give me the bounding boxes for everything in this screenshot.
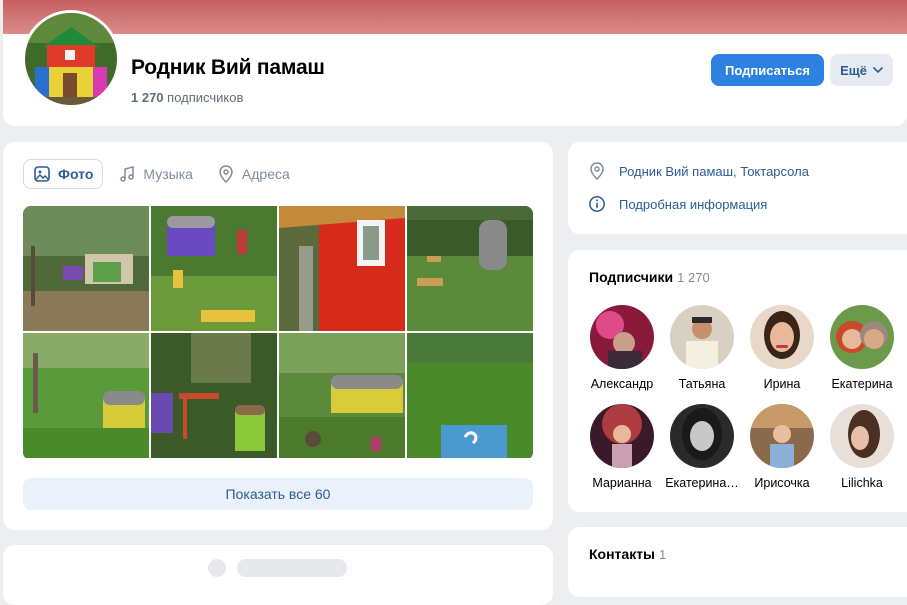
photo-grid <box>23 206 533 460</box>
address-link[interactable]: Родник Вий памаш, Токтарсола <box>619 164 809 179</box>
avatar <box>670 305 734 369</box>
contacts-heading: Контакты <box>589 546 656 562</box>
photo-thumbnail[interactable] <box>23 333 149 458</box>
chevron-down-icon <box>873 67 883 73</box>
photo-thumbnail[interactable] <box>279 333 405 458</box>
avatar <box>830 305 894 369</box>
contacts-count: 1 <box>659 547 667 562</box>
tab-music-label: Музыка <box>143 166 193 182</box>
group-avatar[interactable] <box>22 10 120 108</box>
contacts-block: Контакты 1 <box>568 527 907 597</box>
more-label: Ещё <box>840 62 867 78</box>
skeleton-line <box>237 559 347 577</box>
map-pin-icon <box>219 165 233 183</box>
photo-thumbnail[interactable] <box>279 206 405 331</box>
group-name: Родник Вий памаш <box>131 56 325 79</box>
subscriber-item[interactable]: Ирисочка <box>742 404 822 490</box>
subscribers-title[interactable]: Подписчики 1 270 <box>589 269 710 285</box>
subscriber-item[interactable]: Александр <box>582 305 662 391</box>
subscriber-item[interactable]: Марианна <box>582 404 662 490</box>
photo-thumbnail[interactable] <box>23 206 149 331</box>
avatar <box>590 404 654 468</box>
tab-addresses-label: Адреса <box>241 166 290 182</box>
avatar <box>830 404 894 468</box>
address-row[interactable]: Родник Вий памаш, Токтарсола <box>588 162 809 180</box>
subscriber-item[interactable]: Татьяна <box>662 305 742 391</box>
avatar <box>590 305 654 369</box>
subscriber-name: Ирина <box>763 377 801 391</box>
media-tabs: Фото Музыка Адреса <box>23 159 305 189</box>
subscriber-name: Екатерина… <box>665 476 739 490</box>
tab-photo[interactable]: Фото <box>23 159 104 189</box>
details-link[interactable]: Подробная информация <box>619 197 767 212</box>
subscribers-word: подписчиков <box>167 90 244 105</box>
avatar <box>750 404 814 468</box>
subscriber-name: Екатерина <box>831 377 893 391</box>
photo-thumbnail[interactable] <box>407 333 533 458</box>
subscriber-item[interactable]: Lilichka <box>822 404 902 490</box>
subscriber-name: Ирисочка <box>754 476 810 490</box>
show-all-photos-button[interactable]: Показать все 60 <box>23 478 533 510</box>
subscribers-heading: Подписчики <box>589 269 674 285</box>
photo-thumbnail[interactable] <box>407 206 533 331</box>
photo-icon <box>34 166 50 182</box>
subscribers-count: 1 270 <box>131 90 164 105</box>
subscribe-button[interactable]: Подписаться <box>711 54 824 86</box>
avatar <box>750 305 814 369</box>
subscriber-item[interactable]: Екатерина… <box>662 404 742 490</box>
tab-addresses[interactable]: Адреса <box>208 159 299 189</box>
subscriber-name: Александр <box>590 377 654 391</box>
group-info: Родник Вий памаш, Токтарсола Подробная и… <box>568 142 907 234</box>
subscriber-item[interactable]: Ирина <box>742 305 822 391</box>
contacts-title[interactable]: Контакты 1 <box>589 546 666 562</box>
media-block: Фото Музыка Адреса Показать все 60 <box>3 142 553 530</box>
wall-loading-placeholder <box>3 545 553 605</box>
subscribers-heading-count: 1 270 <box>677 270 710 285</box>
photo-thumbnail[interactable] <box>151 206 277 331</box>
cover-image <box>3 0 907 34</box>
tab-music[interactable]: Музыка <box>109 159 202 189</box>
tab-photo-label: Фото <box>58 166 94 182</box>
photo-thumbnail[interactable] <box>151 333 277 458</box>
subscribers-summary[interactable]: 1 270 подписчиков <box>131 90 243 105</box>
music-note-icon <box>120 166 135 182</box>
avatar <box>670 404 734 468</box>
subscriber-name: Марианна <box>592 476 652 490</box>
info-icon <box>589 196 605 212</box>
subscriber-item[interactable]: Екатерина <box>822 305 902 391</box>
skeleton-circle <box>208 559 226 577</box>
subscriber-name: Татьяна <box>678 377 726 391</box>
subscriber-name: Lilichka <box>841 476 883 490</box>
details-row[interactable]: Подробная информация <box>588 195 767 213</box>
subscribers-block: Подписчики 1 270 Александр Татьяна Ирина … <box>568 250 907 512</box>
map-pin-icon <box>590 162 604 180</box>
group-header: Родник Вий памаш 1 270 подписчиков Подпи… <box>3 0 907 126</box>
more-button[interactable]: Ещё <box>830 54 893 86</box>
